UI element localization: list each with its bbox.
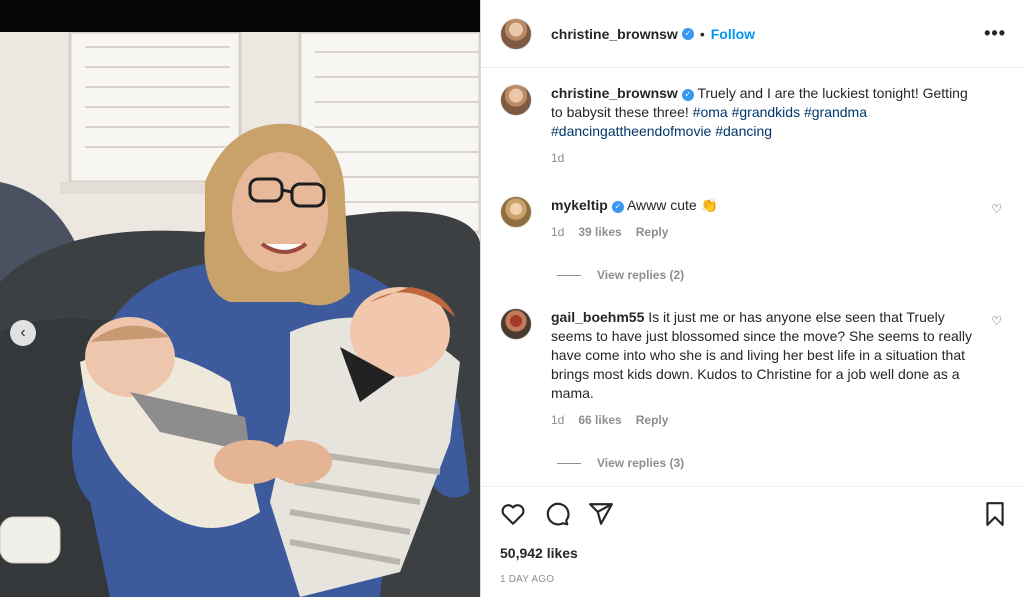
caption-age: 1d bbox=[551, 151, 565, 165]
paper-plane-icon[interactable] bbox=[588, 501, 614, 527]
comments-section: christine_brownsw ✓ Truely and I are the … bbox=[481, 68, 1024, 486]
replies-line bbox=[557, 274, 581, 276]
hashtag[interactable]: #dancingattheendofmovie bbox=[551, 123, 711, 139]
caption-meta: 1d bbox=[551, 149, 982, 168]
action-icons bbox=[500, 501, 1008, 527]
media-top-bar bbox=[0, 0, 480, 32]
post-timestamp: 1 DAY AGO bbox=[500, 574, 555, 585]
chevron-left-icon[interactable]: ‹ bbox=[10, 320, 36, 346]
comment-heart-icon[interactable]: ♡ bbox=[991, 314, 1002, 328]
verified-badge-icon: ✓ bbox=[681, 27, 694, 40]
verified-badge-icon: ✓ bbox=[611, 200, 624, 213]
comment-username[interactable]: gail_boehm55 bbox=[551, 309, 644, 325]
hashtag[interactable]: #oma bbox=[693, 104, 728, 120]
caption-username[interactable]: christine_brownsw bbox=[551, 85, 678, 101]
comment-body: mykeltip ✓ Awww cute 👏 1d 39 likes Reply bbox=[551, 196, 1006, 242]
comment-meta: 1d 39 likes Reply bbox=[551, 223, 982, 242]
post-sidebar: christine_brownsw ✓ • Follow ••• christi… bbox=[480, 0, 1024, 597]
replies-line bbox=[557, 462, 581, 464]
instagram-post: ‹ christine_brownsw ✓ • Follow ••• chris… bbox=[0, 0, 1024, 597]
author-username[interactable]: christine_brownsw bbox=[551, 26, 678, 42]
caption-body: christine_brownsw ✓ Truely and I are the … bbox=[551, 84, 1006, 168]
comment-text: Awww cute 👏 bbox=[626, 197, 719, 213]
view-replies-label: View replies (2) bbox=[597, 268, 685, 282]
caption: christine_brownsw ✓ Truely and I are the … bbox=[500, 84, 1006, 168]
comment-likes[interactable]: 66 likes bbox=[578, 411, 621, 430]
post-actions: 50,942 likes 1 DAY AGO bbox=[481, 486, 1024, 597]
post-media: ‹ bbox=[0, 0, 480, 597]
comment-username[interactable]: mykeltip bbox=[551, 197, 608, 213]
bookmark-icon[interactable] bbox=[982, 501, 1008, 527]
comment-item: mykeltip ✓ Awww cute 👏 1d 39 likes Reply … bbox=[500, 196, 1006, 242]
view-replies-button[interactable]: View replies (3) bbox=[557, 456, 1006, 470]
post-header: christine_brownsw ✓ • Follow ••• bbox=[481, 0, 1024, 68]
post-photo[interactable] bbox=[0, 32, 480, 597]
comment-icon[interactable] bbox=[544, 501, 570, 527]
follow-button[interactable]: Follow bbox=[711, 26, 755, 42]
comment-age: 1d bbox=[551, 225, 565, 239]
comment-body: gail_boehm55 Is it just me or has anyone… bbox=[551, 308, 1006, 430]
separator-dot: • bbox=[699, 25, 705, 42]
heart-icon[interactable] bbox=[500, 501, 526, 527]
comment-age: 1d bbox=[551, 413, 565, 427]
hashtag[interactable]: #dancing bbox=[715, 123, 772, 139]
view-replies-button[interactable]: View replies (2) bbox=[557, 268, 1006, 282]
commenter-avatar[interactable] bbox=[500, 196, 532, 228]
reply-button[interactable]: Reply bbox=[636, 223, 669, 242]
reply-button[interactable]: Reply bbox=[636, 411, 669, 430]
author-avatar[interactable] bbox=[500, 17, 532, 50]
hashtag[interactable]: #grandma bbox=[804, 104, 867, 120]
view-replies-label: View replies (3) bbox=[597, 456, 685, 470]
comment-likes[interactable]: 39 likes bbox=[578, 223, 621, 242]
caption-avatar[interactable] bbox=[500, 84, 532, 116]
hashtag[interactable]: #grandkids bbox=[732, 104, 801, 120]
comment-item: gail_boehm55 Is it just me or has anyone… bbox=[500, 308, 1006, 430]
more-options-icon[interactable]: ••• bbox=[984, 23, 1006, 44]
likes-count[interactable]: 50,942 likes bbox=[500, 545, 1008, 561]
verified-badge-icon: ✓ bbox=[681, 88, 694, 101]
comment-meta: 1d 66 likes Reply bbox=[551, 411, 982, 430]
commenter-avatar[interactable] bbox=[500, 308, 532, 340]
comment-heart-icon[interactable]: ♡ bbox=[991, 202, 1002, 216]
